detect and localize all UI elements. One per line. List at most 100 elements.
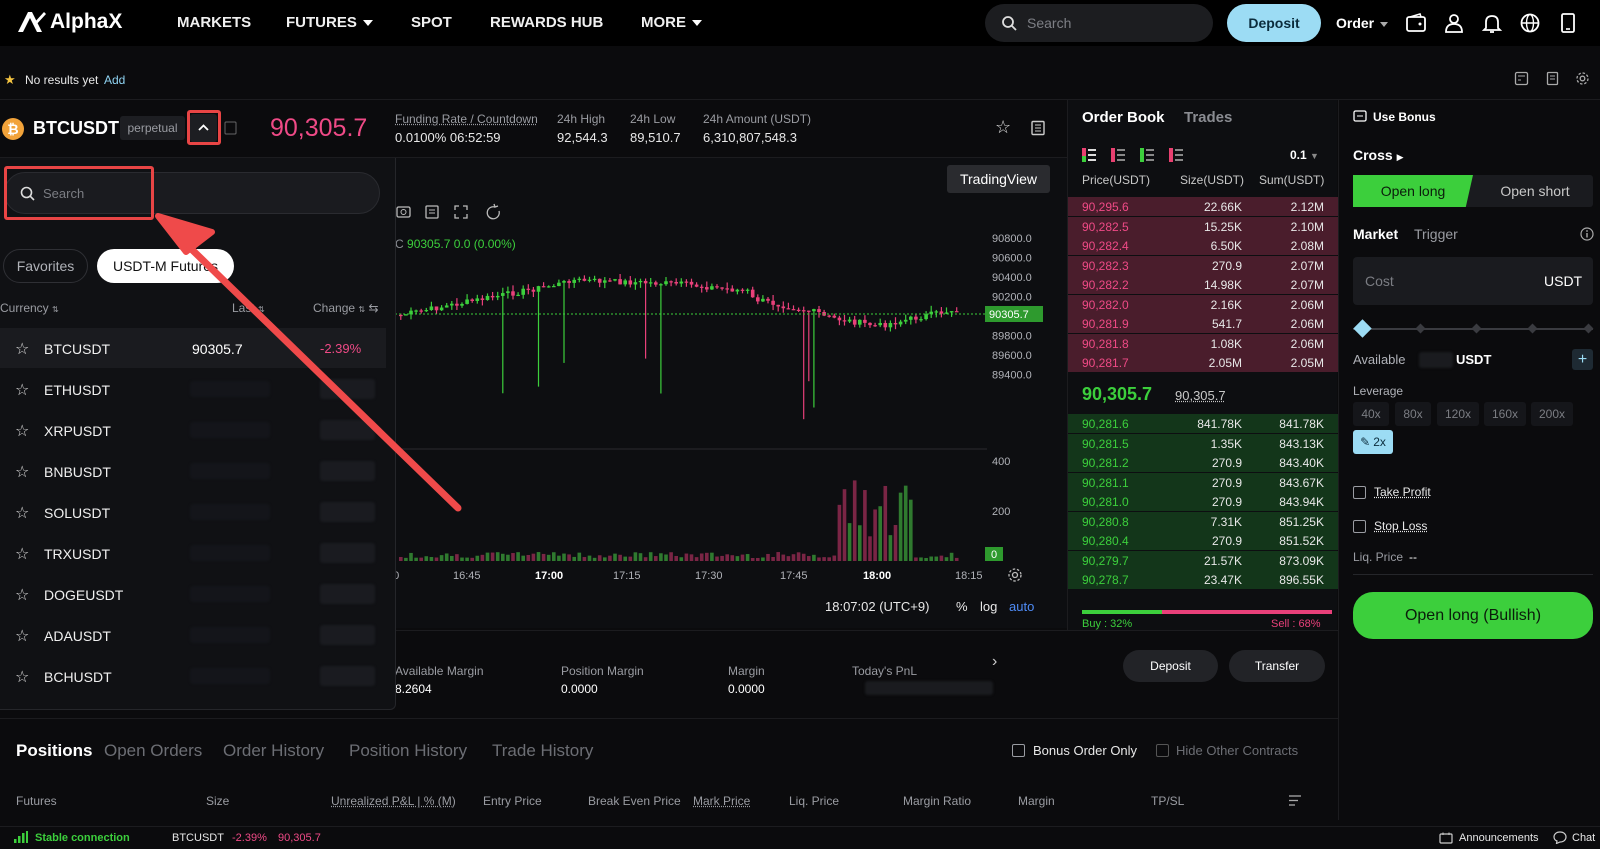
funding-rate-label[interactable]: Funding Rate / Countdown xyxy=(395,112,538,126)
chart-settings-gear-icon[interactable] xyxy=(1008,568,1022,582)
ask-row[interactable]: 90,282.5 15.25K 2.10M xyxy=(1068,216,1338,236)
filter-list-icon[interactable] xyxy=(1288,794,1302,807)
ask-row[interactable]: 90,281.7 2.05M 2.05M xyxy=(1068,353,1338,372)
ask-row[interactable]: 90,282.3 270.9 2.07M xyxy=(1068,255,1338,275)
calculator-icon[interactable] xyxy=(1514,71,1529,86)
global-search-input[interactable]: Search xyxy=(985,4,1213,42)
order-menu[interactable]: Order xyxy=(1336,15,1389,31)
favorite-star-icon[interactable]: ☆ xyxy=(15,544,29,564)
symbol-row[interactable]: ☆ SOLUSDT xyxy=(0,492,386,532)
tab-open-orders[interactable]: Open Orders xyxy=(104,741,202,761)
layout-bids-icon[interactable] xyxy=(1140,148,1154,162)
status-symbol[interactable]: BTCUSDT xyxy=(172,832,224,844)
tab-trade-history[interactable]: Trade History xyxy=(492,741,593,761)
bid-row[interactable]: 90,281.1 270.9 843.67K xyxy=(1068,472,1338,492)
submit-open-long-button[interactable]: Open long (Bullish) xyxy=(1353,592,1593,639)
refresh-icon[interactable] xyxy=(486,203,500,220)
open-short-tab[interactable]: Open short xyxy=(1477,175,1593,207)
bid-row[interactable]: 90,279.7 21.57K 873.09K xyxy=(1068,550,1338,570)
favorite-star-icon[interactable]: ☆ xyxy=(15,585,29,605)
chevron-right-icon[interactable]: › xyxy=(992,653,997,671)
cost-input[interactable]: Cost USDT xyxy=(1353,257,1593,305)
notes-icon[interactable] xyxy=(1030,120,1046,136)
announcements-link[interactable]: Announcements xyxy=(1459,832,1539,844)
bid-row[interactable]: 90,281.5 1.35K 843.13K xyxy=(1068,433,1338,453)
layout-depth-icon[interactable] xyxy=(1169,148,1183,162)
nav-spot[interactable]: SPOT xyxy=(411,14,452,31)
bid-row[interactable]: 90,280.4 270.9 851.52K xyxy=(1068,531,1338,550)
leverage-120x[interactable]: 120x xyxy=(1437,402,1479,426)
favorite-star-icon[interactable]: ☆ xyxy=(15,503,29,523)
document-icon[interactable] xyxy=(1545,71,1560,86)
mobile-app-icon[interactable] xyxy=(1557,12,1579,34)
gear-icon[interactable] xyxy=(1575,71,1590,86)
ticker-symbol[interactable]: BTCUSDT xyxy=(33,118,119,139)
symbol-row[interactable]: ☆ XRPUSDT xyxy=(0,410,386,450)
slider-mark-100[interactable] xyxy=(1583,323,1594,334)
indicator-icon[interactable] xyxy=(425,205,439,219)
deposit-button[interactable]: Deposit xyxy=(1227,4,1321,42)
leverage-40x[interactable]: 40x xyxy=(1353,402,1389,426)
open-long-tab[interactable]: Open long xyxy=(1353,175,1473,207)
user-icon[interactable] xyxy=(1443,12,1465,34)
auto-scale-toggle[interactable]: auto xyxy=(1009,599,1034,614)
stop-loss-checkbox[interactable] xyxy=(1353,520,1366,533)
col-change[interactable]: Change ⇅ ⇆ xyxy=(313,301,379,315)
leverage-current[interactable]: ✎ 2x xyxy=(1353,430,1393,454)
favorites-add-link[interactable]: Add xyxy=(104,73,125,87)
bid-row[interactable]: 90,281.6 841.78K 841.78K xyxy=(1068,414,1338,433)
symbol-row[interactable]: ☆ DOGEUSDT xyxy=(0,574,386,614)
nav-futures[interactable]: FUTURES xyxy=(286,14,373,31)
tab-trades[interactable]: Trades xyxy=(1184,109,1232,126)
bid-row[interactable]: 90,278.7 23.47K 896.55K xyxy=(1068,570,1338,589)
symbol-row[interactable]: ☆ ADAUSDT xyxy=(0,615,386,655)
ask-row[interactable]: 90,281.9 541.7 2.06M xyxy=(1068,314,1338,333)
order-type-trigger[interactable]: Trigger xyxy=(1414,226,1458,242)
margin-mode-selector[interactable]: Cross ▶ xyxy=(1353,147,1404,163)
symbol-row[interactable]: ☆ ETHUSDT xyxy=(0,369,386,409)
col-unrealized-pnl[interactable]: Unrealized P&L | % (M) xyxy=(331,794,456,808)
nav-markets[interactable]: MARKETS xyxy=(177,14,251,31)
use-bonus-toggle[interactable]: Use Bonus xyxy=(1373,110,1436,124)
chat-link[interactable]: Chat xyxy=(1572,832,1595,844)
account-deposit-button[interactable]: Deposit xyxy=(1123,650,1218,682)
fullscreen-icon[interactable] xyxy=(454,205,468,219)
ask-row[interactable]: 90,295.6 22.66K 2.12M xyxy=(1068,197,1338,216)
favorite-star-icon[interactable]: ☆ xyxy=(15,421,29,441)
stop-loss-label[interactable]: Stop Loss xyxy=(1374,519,1427,533)
log-scale-toggle[interactable]: log xyxy=(980,599,997,614)
info-card-icon[interactable] xyxy=(224,120,238,136)
tradingview-toggle[interactable]: TradingView xyxy=(947,165,1050,193)
tab-position-history[interactable]: Position History xyxy=(349,741,467,761)
col-last[interactable]: Last ⇅ xyxy=(232,301,265,315)
symbol-row[interactable]: ☆ BNBUSDT xyxy=(0,451,386,491)
slider-mark-75[interactable] xyxy=(1527,323,1538,334)
tab-order-book[interactable]: Order Book xyxy=(1082,109,1165,126)
tab-order-history[interactable]: Order History xyxy=(223,741,324,761)
brand-logo[interactable]: AlphaX xyxy=(16,10,122,34)
bid-row[interactable]: 90,281.2 270.9 843.40K xyxy=(1068,453,1338,472)
ask-row[interactable]: 90,282.4 6.50K 2.08M xyxy=(1068,236,1338,255)
layout-asks-icon[interactable] xyxy=(1111,148,1125,162)
favorite-star-icon[interactable]: ☆ xyxy=(15,626,29,646)
candlestick-plot[interactable]: 90800.090600.090400.090200.090000.089800… xyxy=(395,220,1067,600)
favorite-star-icon[interactable]: ☆ xyxy=(995,117,1011,138)
favorite-star-icon[interactable]: ☆ xyxy=(15,339,29,359)
favorite-star-icon[interactable]: ☆ xyxy=(15,380,29,400)
globe-icon[interactable] xyxy=(1519,12,1541,34)
camera-icon[interactable] xyxy=(396,206,411,218)
bonus-order-only-checkbox[interactable] xyxy=(1012,744,1025,757)
leverage-80x[interactable]: 80x xyxy=(1395,402,1431,426)
favorite-star-icon[interactable]: ☆ xyxy=(15,462,29,482)
ask-row[interactable]: 90,282.2 14.98K 2.07M xyxy=(1068,275,1338,294)
ask-row[interactable]: 90,282.0 2.16K 2.06M xyxy=(1068,294,1338,314)
slider-mark-50[interactable] xyxy=(1471,323,1482,334)
nav-more[interactable]: MORE xyxy=(641,14,702,31)
symbol-row[interactable]: ☆ TRXUSDT xyxy=(0,533,386,573)
leverage-200x[interactable]: 200x xyxy=(1531,402,1573,426)
price-chart[interactable]: TradingView C 90305.7 0.0 (0.00%) 90800.… xyxy=(395,158,1067,628)
bid-row[interactable]: 90,281.0 270.9 843.94K xyxy=(1068,492,1338,511)
tab-favorites[interactable]: Favorites xyxy=(3,249,88,283)
nav-rewards-hub[interactable]: REWARDS HUB xyxy=(490,14,603,31)
ask-row[interactable]: 90,281.8 1.08K 2.06M xyxy=(1068,333,1338,353)
